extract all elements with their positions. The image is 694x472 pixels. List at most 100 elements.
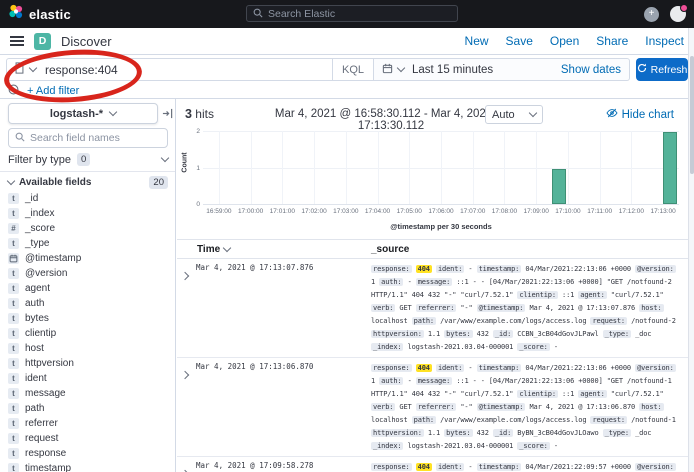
source-field-badge: @timestamp: [477,304,526,312]
query-input[interactable]: response:404 KQL [6,58,374,81]
query-text[interactable]: response:404 [45,63,118,77]
table-rows: Mar 4, 2021 @ 17:13:07.876response: 404 … [177,259,688,472]
sidebar-field-timestamp[interactable]: ttimestamp [8,461,173,472]
x-tick-label: 17:02:00 [297,208,331,215]
sidebar-field-message[interactable]: tmessage [8,386,173,401]
filter-by-type-toggle[interactable]: Filter by type 0 [8,153,168,166]
collapse-sidebar-icon[interactable] [162,106,173,124]
menu-icon[interactable] [10,36,24,46]
x-tick-label: 17:12:00 [614,208,648,215]
histogram-bar[interactable] [663,132,677,204]
sidebar-field-auth[interactable]: tauth [8,296,173,311]
source-value: - [468,265,472,273]
field-name-label: response [25,448,66,459]
column-header-time[interactable]: Time [193,244,371,255]
field-search-input[interactable]: Search field names [8,128,168,148]
source-field-badge: path: [412,416,436,424]
scrollbar-thumb[interactable] [690,56,694,174]
sidebar-field-request[interactable]: trequest [8,431,173,446]
save-button[interactable]: Save [506,34,533,48]
search-icon [253,5,263,23]
source-field-badge: ident: [436,265,464,273]
source-field-badge: response: [371,265,412,273]
histogram-chart: Count 16:59:0017:00:0017:01:0017:02:0017… [177,127,688,239]
inspect-button[interactable]: Inspect [645,34,684,48]
source-value: "-" [460,304,472,312]
expand-row-icon[interactable] [182,266,188,354]
column-header-source: _source [371,244,688,255]
source-field-badge: @version: [635,265,676,273]
add-filter-button[interactable]: + Add filter [27,85,79,97]
hide-chart-button[interactable]: Hide chart [606,108,674,121]
query-language-button[interactable]: KQL [332,59,373,80]
source-value: "curl/7.52.1" [611,390,664,398]
source-value: 1.1 [428,330,440,338]
x-axis-title: @timestamp per 30 seconds [203,222,679,231]
available-fields-header[interactable]: Available fields 20 [8,176,168,189]
sidebar-field-ident[interactable]: tident [8,371,173,386]
expand-row-icon[interactable] [182,365,188,453]
discover-app-icon[interactable]: D [34,33,51,50]
date-picker[interactable]: Last 15 minutes Show dates [374,58,630,81]
x-tick-label: 17:01:00 [265,208,299,215]
string-field-icon: t [8,448,19,459]
histogram-bar[interactable] [552,169,566,205]
index-pattern-select[interactable]: logstash-* [8,103,158,124]
user-avatar[interactable] [670,6,686,22]
header-right-controls: + [644,0,686,28]
x-tick-label: 17:04:00 [361,208,395,215]
page-scrollbar[interactable] [688,28,694,472]
field-name-label: request [25,433,58,444]
sort-descending-icon[interactable] [223,243,231,251]
sidebar-field-_id[interactable]: t_id [8,191,173,206]
sidebar-field-@version[interactable]: t@version [8,266,173,281]
deployment-icon[interactable]: + [644,7,659,22]
sidebar-field-httpversion[interactable]: thttpversion [8,356,173,371]
sidebar-field-_score[interactable]: #_score [8,221,173,236]
source-value: /notfound-1 [631,416,676,424]
field-name-label: @version [25,268,67,279]
field-name-label: @timestamp [25,253,81,264]
string-field-icon: t [8,403,19,414]
table-row[interactable]: Mar 4, 2021 @ 17:13:06.870response: 404 … [177,358,688,457]
source-value: /var/www/example.com/logs/access.log [440,317,586,325]
sidebar-field-@timestamp[interactable]: @timestamp [8,251,173,266]
field-name-label: _id [25,193,38,204]
chart-plot-area [203,131,679,205]
expand-row-icon[interactable] [182,464,188,472]
time-range-value[interactable]: Last 15 minutes [412,64,493,76]
sidebar-field-referrer[interactable]: treferrer [8,416,173,431]
string-field-icon: t [8,343,19,354]
table-row[interactable]: Mar 4, 2021 @ 17:13:07.876response: 404 … [177,259,688,358]
open-button[interactable]: Open [550,34,579,48]
sidebar-field-path[interactable]: tpath [8,401,173,416]
source-value: - [468,463,472,471]
new-button[interactable]: New [465,34,489,48]
sidebar-field-_type[interactable]: t_type [8,236,173,251]
refresh-button[interactable]: Refresh [636,58,688,81]
source-value: ::1 [562,291,574,299]
global-search-input[interactable]: Search Elastic [246,5,458,22]
show-dates-button[interactable]: Show dates [561,64,621,76]
source-value: "-" [460,403,472,411]
sidebar-field-clientip[interactable]: tclientip [8,326,173,341]
source-value: GET [399,304,411,312]
interval-select[interactable]: Auto [485,105,543,124]
table-row[interactable]: Mar 4, 2021 @ 17:09:58.278response: 404 … [177,457,688,472]
sidebar-field-agent[interactable]: tagent [8,281,173,296]
source-value: - [408,278,412,286]
sidebar-field-_index[interactable]: t_index [8,206,173,221]
source-field-badge: host: [639,403,663,411]
x-gridline [441,131,442,204]
highlighted-value: 404 [416,364,432,372]
source-value: localhost [371,317,408,325]
sidebar-field-host[interactable]: thost [8,341,173,356]
elastic-logo[interactable]: elastic [8,0,71,28]
source-field-badge: verb: [371,403,395,411]
sidebar-field-bytes[interactable]: tbytes [8,311,173,326]
saved-query-icon[interactable] [14,61,25,79]
share-button[interactable]: Share [596,34,628,48]
string-field-icon: t [8,283,19,294]
search-icon [15,129,25,147]
sidebar-field-response[interactable]: t response [8,446,173,461]
